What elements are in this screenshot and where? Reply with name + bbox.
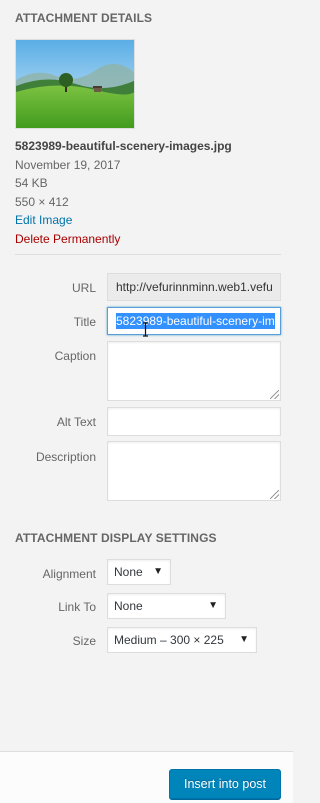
dropdown-arrow-icon: ▼	[239, 634, 249, 645]
size-label: Size	[72, 634, 96, 648]
attachment-date: November 19, 2017	[15, 157, 121, 172]
attachment-filename: 5823989-beautiful-scenery-images.jpg	[15, 139, 232, 153]
divider	[15, 254, 281, 255]
resize-handle-icon[interactable]	[270, 490, 279, 499]
alignment-select[interactable]: None ▼	[107, 559, 171, 585]
scenery-image	[16, 40, 134, 128]
description-label: Description	[35, 450, 96, 464]
size-value: Medium – 300 × 225	[114, 633, 224, 647]
link-to-label: Link To	[58, 600, 96, 614]
alt-text-field[interactable]	[107, 407, 281, 436]
url-field[interactable]: http://vefurinnminn.web1.vefu	[107, 273, 281, 301]
caption-textarea[interactable]	[107, 341, 281, 401]
caption-label: Caption	[54, 349, 96, 363]
resize-handle-icon[interactable]	[270, 390, 279, 399]
dropdown-arrow-icon: ▼	[153, 566, 163, 577]
attachment-filesize: 54 KB	[15, 176, 48, 190]
delete-permanently-link[interactable]: Delete Permanently	[15, 230, 232, 249]
alignment-value: None	[114, 565, 143, 579]
title-label: Title	[73, 315, 96, 329]
attachment-meta: 5823989-beautiful-scenery-images.jpg Nov…	[15, 137, 232, 248]
display-settings-heading: ATTACHMENT DISPLAY SETTINGS	[15, 531, 217, 545]
title-selected-text: 5823989-beautiful-scenery-im	[116, 313, 275, 329]
attachment-thumbnail[interactable]	[15, 39, 135, 129]
attachment-dimensions: 550 × 412	[15, 194, 69, 209]
edit-image-link[interactable]: Edit Image	[15, 211, 232, 230]
url-label: URL	[71, 281, 96, 295]
dropdown-arrow-icon: ▼	[208, 600, 218, 611]
link-to-select[interactable]: None ▼	[107, 593, 226, 619]
insert-into-post-button[interactable]: Insert into post	[169, 769, 281, 799]
attachment-details-panel: ATTACHMENT DETAILS 5823989-beautiful-sce…	[0, 0, 293, 751]
title-field[interactable]: 5823989-beautiful-scenery-im	[107, 307, 281, 335]
alt-text-label: Alt Text	[56, 415, 96, 429]
media-toolbar-footer: Insert into post	[0, 751, 293, 803]
description-textarea[interactable]	[107, 441, 281, 501]
link-to-value: None	[114, 599, 143, 613]
size-select[interactable]: Medium – 300 × 225 ▼	[107, 627, 257, 653]
alignment-label: Alignment	[42, 567, 96, 581]
text-cursor-icon	[143, 322, 148, 337]
attachment-details-heading: ATTACHMENT DETAILS	[15, 11, 153, 25]
